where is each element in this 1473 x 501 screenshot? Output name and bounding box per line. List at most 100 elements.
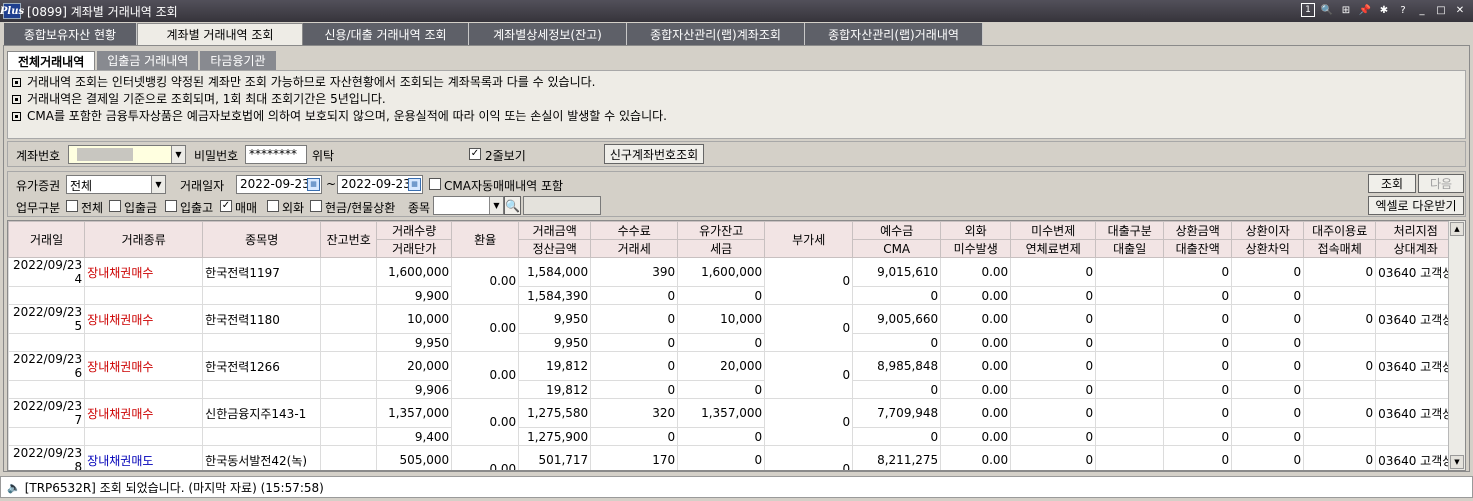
date-cell: 2022/09/23 6 <box>8 351 86 381</box>
column-header[interactable]: 접속매체 <box>1303 239 1377 258</box>
column-header[interactable]: 외화 <box>940 221 1012 240</box>
column-header[interactable]: 대출잔액 <box>1163 239 1233 258</box>
maximize-icon[interactable]: □ <box>1434 3 1448 17</box>
two-line-checkbox[interactable]: ✓ <box>469 148 481 160</box>
password-input[interactable]: ******** <box>245 145 307 164</box>
chevron-down-icon[interactable]: ▼ <box>171 146 185 163</box>
excel-download-button[interactable]: 엑셀로 다운받기 <box>1368 196 1464 215</box>
table-row[interactable]: 2022/09/23 7 장내채권매수 신한금융지주143-1 1,357,000 0.0… <box>8 398 1457 446</box>
biz-repay-checkbox[interactable] <box>310 200 322 212</box>
column-header[interactable]: 종목명 <box>202 221 322 258</box>
column-header[interactable]: 거래수량 <box>376 221 453 240</box>
table-row[interactable]: 2022/09/23 8 장내채권매도 한국동서발전42(녹) 505,000 0.00 5… <box>8 445 1457 470</box>
table-row[interactable]: 9,400 1,275,900 0 0 0 0.00 0 0 0 <box>8 427 1457 446</box>
chevron-down-icon[interactable]: ▼ <box>151 176 165 193</box>
column-header[interactable]: 정산금액 <box>518 239 592 258</box>
column-header[interactable]: 미수변제 <box>1010 221 1097 240</box>
column-header[interactable]: 예수금 <box>852 221 942 240</box>
new-account-lookup-button[interactable]: 신구계좌번호조회 <box>604 144 704 164</box>
vertical-scrollbar[interactable]: ▲ ▼ <box>1448 221 1465 470</box>
screen-number-icon[interactable]: 1 <box>1301 3 1315 17</box>
biz-trade-checkbox[interactable]: ✓ <box>220 200 232 212</box>
column-header[interactable]: 상환차익 <box>1231 239 1305 258</box>
search-button[interactable]: 조회 <box>1368 174 1416 193</box>
column-header[interactable]: 대출구분 <box>1095 221 1165 240</box>
biz-fx-checkbox[interactable] <box>267 200 279 212</box>
date-cell: 2022/09/23 7 <box>8 398 86 428</box>
table-row[interactable]: 9,950 9,950 0 0 0 0.00 0 0 0 <box>8 333 1457 352</box>
transaction-grid[interactable]: 거래일 거래종류 종목명 잔고번호 거래수량 환율 거래금액 수수료 유가잔고 부가세 예수금 외화 미… <box>7 220 1466 471</box>
table-row[interactable]: 9,906 19,812 0 0 0 0.00 0 0 0 <box>8 380 1457 399</box>
security-select[interactable]: 전체 ▼ <box>66 175 166 194</box>
close-icon[interactable]: ✕ <box>1453 3 1467 17</box>
minimize-icon[interactable]: _ <box>1415 3 1429 17</box>
biz-all-checkbox[interactable] <box>66 200 78 212</box>
search-icon[interactable]: 🔍 <box>504 196 521 215</box>
date-to-input[interactable]: 2022-09-23 ▦ <box>337 175 423 194</box>
grid-cell: 7,709,948 <box>852 398 942 428</box>
scroll-down-icon[interactable]: ▼ <box>1450 455 1464 469</box>
subtab-all[interactable]: 전체거래내역 <box>7 51 96 70</box>
subtab-deposit-withdraw[interactable]: 입출금 거래내역 <box>97 51 199 70</box>
column-header[interactable]: 미수발생 <box>940 239 1012 258</box>
column-header[interactable]: 거래금액 <box>518 221 592 240</box>
calendar-icon[interactable]: ▦ <box>307 178 320 191</box>
table-row[interactable]: 2022/09/23 4 장내채권매수 한국전력1197 1,600,000 0.00 1,… <box>8 257 1457 305</box>
column-header[interactable]: 거래단가 <box>376 239 453 258</box>
item-combo[interactable]: ▼ <box>433 196 504 215</box>
column-header[interactable]: 거래세 <box>590 239 679 258</box>
column-header[interactable]: 상환금액 <box>1163 221 1233 240</box>
masked-account <box>77 148 133 161</box>
item-label: 종목 <box>408 201 431 215</box>
date-separator: ~ <box>326 177 337 191</box>
tab-wrap-account[interactable]: 종합자산관리(랩)계좌조회 <box>627 23 805 45</box>
column-header[interactable]: 상환이자 <box>1231 221 1305 240</box>
tab-credit-loan[interactable]: 신용/대출 거래내역 조회 <box>303 23 469 45</box>
tab-account-detail[interactable]: 계좌별상세정보(잔고) <box>469 23 627 45</box>
config-icon[interactable]: ✱ <box>1377 3 1391 17</box>
column-header[interactable]: 대주이용료 <box>1303 221 1377 240</box>
date-from-input[interactable]: 2022-09-23 ▦ <box>236 175 322 194</box>
account-label: 계좌번호 <box>16 149 61 163</box>
tab-asset-status[interactable]: 종합보유자산 현황 <box>4 23 137 45</box>
column-header[interactable]: 유가잔고 <box>677 221 766 240</box>
grid-cell: 0 <box>1231 398 1305 428</box>
next-button[interactable]: 다음 <box>1418 174 1464 193</box>
subtab-other-institution[interactable]: 타금융기관 <box>200 51 276 70</box>
cma-checkbox[interactable] <box>429 178 441 190</box>
column-header[interactable]: 거래종류 <box>84 221 204 258</box>
table-row[interactable]: 2022/09/23 6 장내채권매수 한국전력1266 20,000 0.00 19,81… <box>8 351 1457 399</box>
grid-cell: 9,950 <box>518 304 592 334</box>
account-number-combo[interactable]: ▼ <box>68 145 186 164</box>
pin-icon[interactable]: 📌 <box>1358 3 1372 17</box>
tab-wrap-history[interactable]: 종합자산관리(랩)거래내역 <box>805 23 983 45</box>
column-header[interactable]: 처리지점 <box>1375 221 1457 240</box>
column-header[interactable]: CMA <box>852 239 942 258</box>
grid-body: 2022/09/23 4 장내채권매수 한국전력1197 1,600,000 0.00 1,… <box>8 257 1457 470</box>
table-row[interactable]: 9,900 1,584,390 0 0 0 0.00 0 0 0 <box>8 286 1457 305</box>
column-header[interactable]: 거래일 <box>8 221 86 258</box>
password-label: 비밀번호 <box>194 149 239 163</box>
grid-cell <box>1095 427 1165 446</box>
grid-cell: 0 <box>764 257 854 305</box>
column-header[interactable]: 부가세 <box>764 221 854 258</box>
tab-transaction-history[interactable]: 계좌별 거래내역 조회 <box>137 23 303 45</box>
column-header[interactable]: 대출일 <box>1095 239 1165 258</box>
grid-cell <box>8 333 86 352</box>
column-header[interactable]: 잔고번호 <box>320 221 378 258</box>
column-header[interactable]: 세금 <box>677 239 766 258</box>
chevron-down-icon[interactable]: ▼ <box>489 197 503 214</box>
screen-link-icon[interactable]: ⊞ <box>1339 3 1353 17</box>
scroll-up-icon[interactable]: ▲ <box>1450 222 1464 236</box>
column-header[interactable]: 연체료변제 <box>1010 239 1097 258</box>
zoom-icon[interactable]: 🔍 <box>1320 3 1334 17</box>
column-header[interactable]: 상대계좌 <box>1375 239 1457 258</box>
column-header[interactable]: 수수료 <box>590 221 679 240</box>
column-header[interactable]: 환율 <box>451 221 520 258</box>
biz-cash-checkbox[interactable] <box>109 200 121 212</box>
table-row[interactable]: 2022/09/23 5 장내채권매수 한국전력1180 10,000 0.00 9,950… <box>8 304 1457 352</box>
grid-cell: 0.00 <box>940 286 1012 305</box>
biz-stock-in-out-checkbox[interactable] <box>165 200 177 212</box>
help-icon[interactable]: ? <box>1396 3 1410 17</box>
calendar-icon[interactable]: ▦ <box>408 178 421 191</box>
